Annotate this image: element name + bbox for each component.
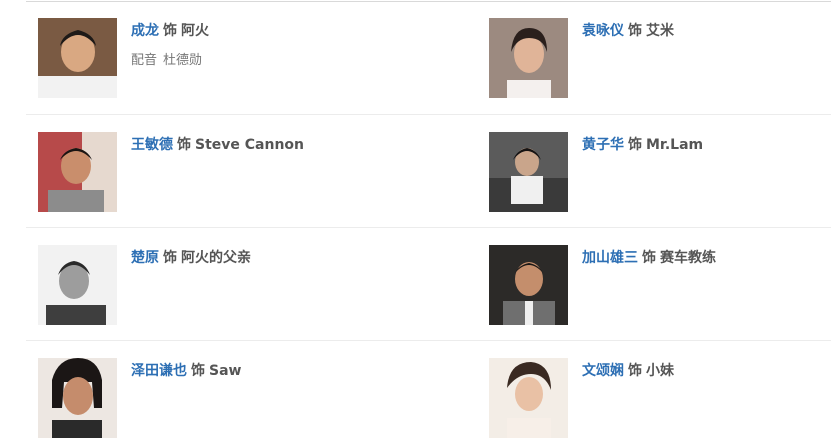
as-label: 饰 [642, 250, 656, 266]
role-name: Mr.Lam [646, 137, 704, 153]
actor-photo[interactable] [489, 18, 568, 98]
actor-link[interactable]: 王敏德 [131, 137, 173, 153]
role-name: 阿火的父亲 [181, 250, 251, 266]
actor-photo[interactable] [489, 358, 568, 438]
cast-card: 楚原饰阿火的父亲 [38, 245, 398, 327]
role-name: 赛车教练 [660, 250, 716, 266]
as-label: 饰 [628, 23, 642, 39]
top-divider [26, 1, 831, 2]
as-label: 饰 [163, 250, 177, 266]
row-divider [26, 340, 831, 341]
cast-line: 成龙饰阿火 [131, 21, 209, 41]
role-name: Saw [209, 363, 242, 379]
actor-link[interactable]: 加山雄三 [582, 250, 638, 266]
voice-line: 配音 杜德勋 [131, 52, 202, 70]
as-label: 饰 [191, 363, 205, 379]
actor-link[interactable]: 楚原 [131, 250, 159, 266]
role-name: Steve Cannon [195, 137, 305, 153]
cast-card: 黄子华饰 Mr.Lam [489, 132, 831, 214]
actor-photo[interactable] [38, 245, 117, 325]
cast-card: 文颂娴饰小妹 [489, 358, 831, 440]
as-label: 饰 [628, 137, 642, 153]
actor-photo[interactable] [489, 245, 568, 325]
actor-photo[interactable] [38, 18, 117, 98]
as-label: 饰 [177, 137, 191, 153]
voice-label: 配音 [131, 53, 158, 68]
row-divider [26, 227, 831, 228]
cast-line: 袁咏仪饰艾米 [582, 21, 674, 41]
actor-link[interactable]: 黄子华 [582, 137, 624, 153]
cast-line: 泽田谦也饰 Saw [131, 361, 241, 381]
actor-link[interactable]: 文颂娴 [582, 363, 624, 379]
cast-line: 文颂娴饰小妹 [582, 361, 674, 381]
actor-photo[interactable] [38, 358, 117, 438]
role-name: 小妹 [646, 363, 674, 379]
row-divider [26, 114, 831, 115]
role-name: 阿火 [181, 23, 209, 39]
actor-photo[interactable] [489, 132, 568, 212]
as-label: 饰 [163, 23, 177, 39]
cast-card: 加山雄三饰赛车教练 [489, 245, 831, 327]
cast-line: 楚原饰阿火的父亲 [131, 248, 251, 268]
cast-line: 加山雄三饰赛车教练 [582, 248, 716, 268]
cast-card: 袁咏仪饰艾米 [489, 18, 831, 100]
actor-link[interactable]: 袁咏仪 [582, 23, 624, 39]
voice-actor[interactable]: 杜德勋 [163, 53, 202, 68]
actor-link[interactable]: 成龙 [131, 23, 159, 39]
actor-link[interactable]: 泽田谦也 [131, 363, 187, 379]
as-label: 饰 [628, 363, 642, 379]
role-name: 艾米 [646, 23, 674, 39]
cast-card: 泽田谦也饰 Saw [38, 358, 398, 440]
cast-line: 王敏德饰 Steve Cannon [131, 135, 304, 155]
cast-line: 黄子华饰 Mr.Lam [582, 135, 703, 155]
actor-photo[interactable] [38, 132, 117, 212]
cast-card: 成龙饰阿火 配音 杜德勋 [38, 18, 398, 100]
cast-card: 王敏德饰 Steve Cannon [38, 132, 398, 214]
